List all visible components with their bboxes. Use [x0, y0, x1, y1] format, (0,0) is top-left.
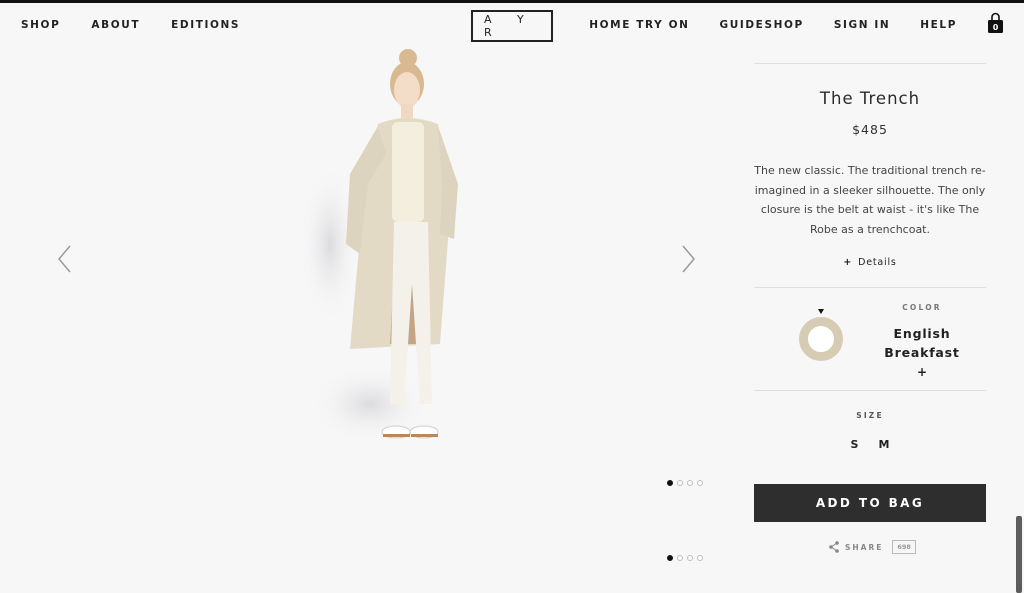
size-options: S M	[754, 438, 986, 451]
share-button[interactable]: SHARE 698	[829, 540, 916, 554]
share-icon	[829, 541, 839, 553]
gallery-pagination-secondary	[667, 555, 703, 561]
chevron-left-icon[interactable]	[55, 244, 75, 274]
color-name: English Breakfast	[862, 324, 982, 362]
brand-logo[interactable]: A Y R	[471, 10, 553, 42]
gallery-dot-2[interactable]	[677, 480, 683, 486]
product-title: The Trench	[819, 89, 921, 108]
size-label: SIZE	[856, 411, 884, 420]
gallery-dot-4[interactable]	[697, 555, 703, 561]
gallery-dot-4[interactable]	[697, 480, 703, 486]
gallery-dot-3[interactable]	[687, 480, 693, 486]
color-name-line-1: English	[893, 326, 951, 341]
product-gallery	[0, 44, 720, 593]
gallery-dot-1[interactable]	[667, 555, 673, 561]
primary-nav: SHOP ABOUT EDITIONS	[21, 19, 271, 31]
divider	[754, 390, 986, 391]
scrollbar-thumb[interactable]	[1016, 516, 1022, 593]
color-label: COLOR	[902, 303, 942, 312]
divider	[754, 287, 986, 288]
top-border	[0, 0, 1024, 3]
nav-guideshop[interactable]: GUIDESHOP	[720, 19, 804, 31]
nav-sign-in[interactable]: SIGN IN	[834, 19, 890, 31]
product-description: The new classic. The traditional trench …	[754, 164, 986, 236]
nav-help[interactable]: HELP	[920, 19, 957, 31]
nav-home-try-on[interactable]: HOME TRY ON	[589, 19, 689, 31]
details-toggle[interactable]: + Details	[754, 257, 986, 268]
share-count: 698	[892, 540, 916, 554]
plus-icon: +	[843, 257, 853, 268]
nav-shop[interactable]: SHOP	[21, 19, 60, 31]
product-model-image	[300, 49, 458, 444]
size-option-s[interactable]: S	[851, 438, 859, 451]
shopping-bag-icon[interactable]: 0	[987, 12, 1004, 34]
details-label: Details	[858, 257, 897, 268]
gallery-pagination	[667, 480, 703, 486]
chevron-right-icon[interactable]	[678, 244, 698, 274]
bag-count: 0	[993, 23, 999, 32]
gallery-dot-1[interactable]	[667, 480, 673, 486]
share-label: SHARE	[845, 542, 884, 552]
more-colors-button[interactable]: +	[862, 365, 982, 379]
color-swatch-english-breakfast[interactable]	[799, 317, 843, 361]
add-to-bag-button[interactable]: ADD TO BAG	[754, 484, 986, 522]
color-name-line-2: Breakfast	[884, 345, 960, 360]
divider	[754, 63, 986, 64]
size-option-m[interactable]: M	[878, 438, 889, 451]
selected-swatch-indicator	[818, 309, 824, 314]
nav-about[interactable]: ABOUT	[91, 19, 140, 31]
gallery-dot-3[interactable]	[687, 555, 693, 561]
nav-editions[interactable]: EDITIONS	[171, 19, 240, 31]
secondary-nav: HOME TRY ON GUIDESHOP SIGN IN HELP	[559, 19, 957, 31]
gallery-dot-2[interactable]	[677, 555, 683, 561]
product-price: $485	[852, 122, 888, 137]
